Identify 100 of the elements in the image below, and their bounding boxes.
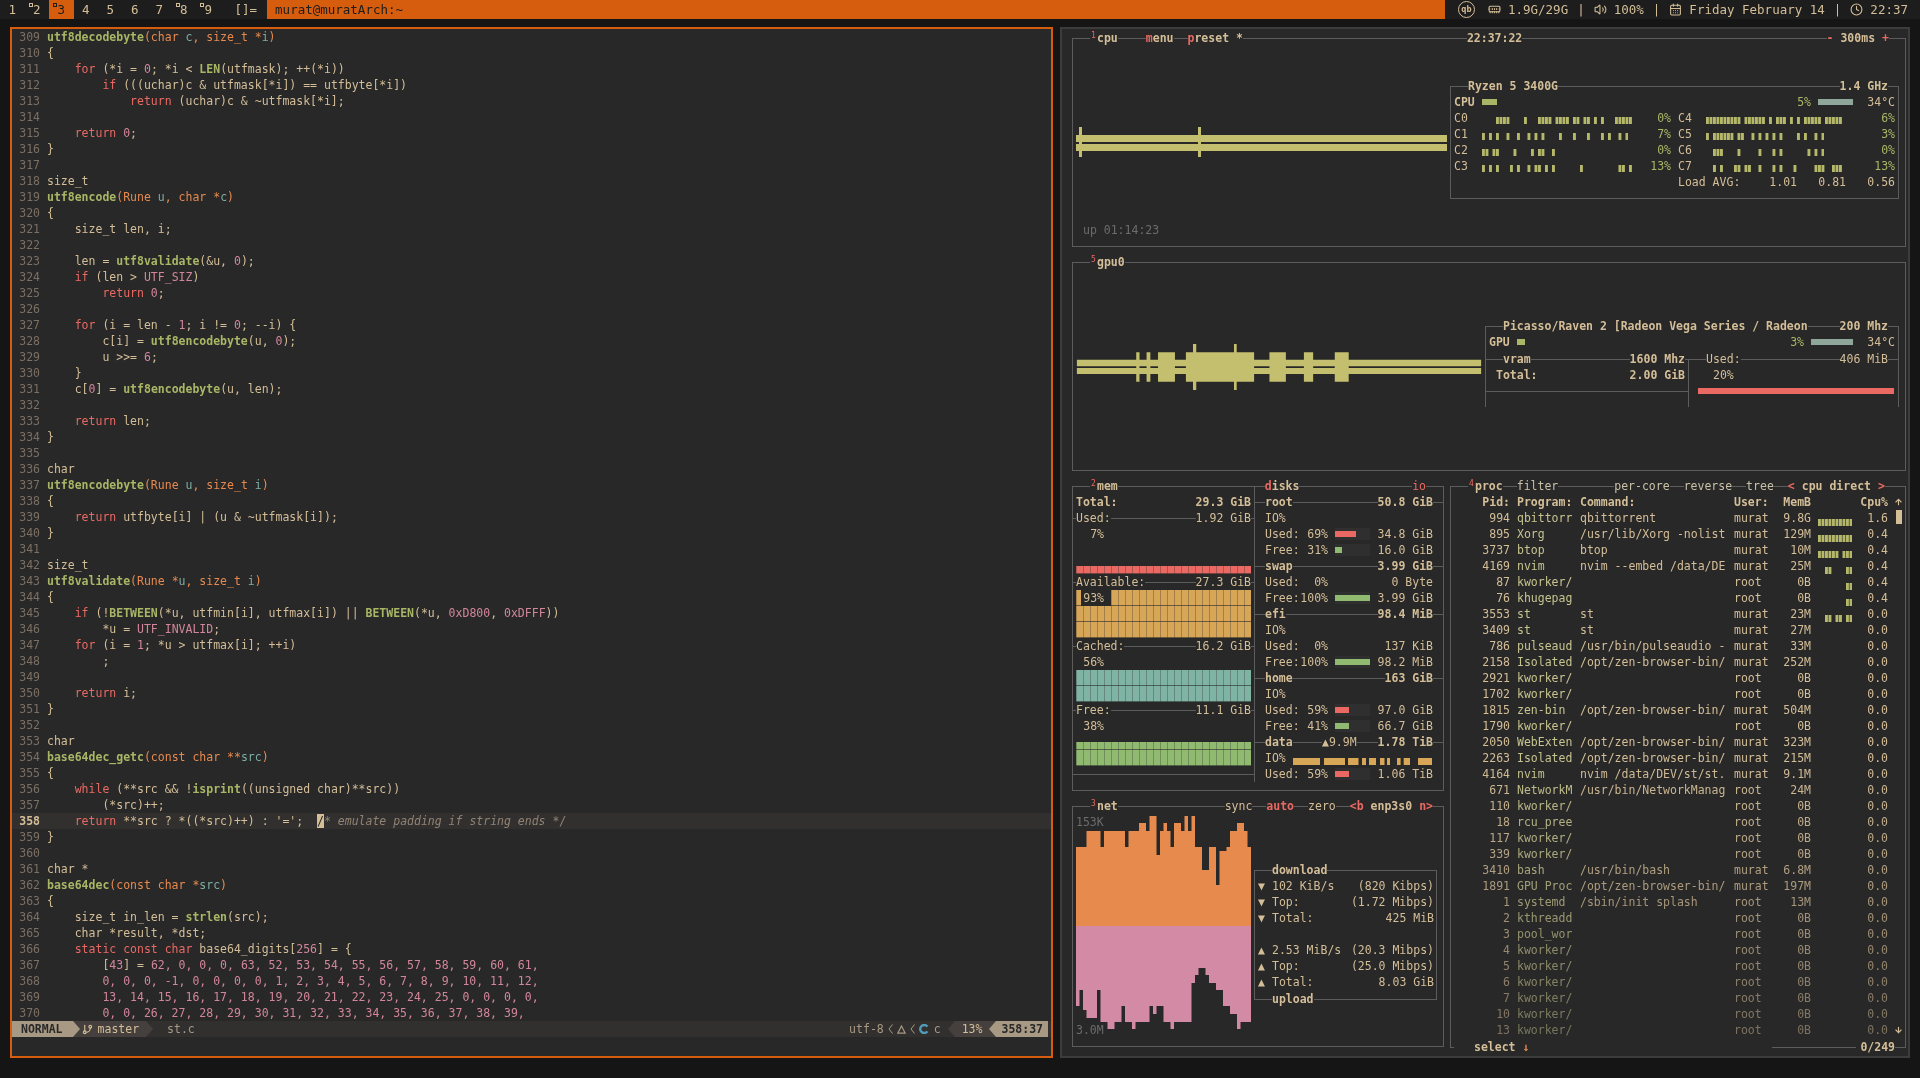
direction-arrow: ▲ xyxy=(1258,943,1265,957)
code-line: while (**src && !isprint((unsigned char)**src)) xyxy=(73,781,401,797)
disk-percent: 59% xyxy=(1307,767,1328,781)
memory-stat-value: 1.92 GiB xyxy=(1195,510,1251,526)
process-option[interactable]: per-core xyxy=(1614,478,1670,494)
process-count: 0/249 xyxy=(1860,1039,1895,1055)
process-id: 895 xyxy=(1489,527,1510,541)
panel-title: mem xyxy=(1097,478,1118,494)
code-line: utf8decodebyte(char c, size_t *i) xyxy=(47,29,276,45)
download-title: download xyxy=(1272,862,1328,878)
previous-sort-button[interactable]: < xyxy=(1787,478,1795,494)
line-number: 364 xyxy=(19,909,40,925)
process-cpu: 0.0 xyxy=(1867,623,1888,637)
process-cpu: 0.4 xyxy=(1867,575,1888,589)
code-line: return 0; xyxy=(73,125,138,141)
process-option[interactable]: tree xyxy=(1746,478,1774,494)
decrease-interval-button[interactable]: - xyxy=(1826,30,1834,46)
next-sort-button[interactable]: > xyxy=(1878,478,1885,494)
process-id: 117 xyxy=(1489,831,1510,845)
process-id: 1891 xyxy=(1482,879,1510,893)
process-cpu: 0.0 xyxy=(1867,959,1888,973)
workspace-tag[interactable]: 2 xyxy=(24,0,49,19)
process-user: root xyxy=(1734,815,1762,829)
disk-percent: 31% xyxy=(1307,543,1328,557)
core-percent: 6% xyxy=(1881,111,1895,125)
file-name: st.c xyxy=(167,1021,195,1037)
disk-percent: 100% xyxy=(1300,591,1328,605)
process-memory: 323M xyxy=(1783,735,1811,749)
process-user: root xyxy=(1734,911,1762,925)
process-name: Xorg xyxy=(1517,527,1545,541)
line-number: 343 xyxy=(19,573,40,589)
update-interval: 300ms xyxy=(1840,30,1876,46)
line-number: 336 xyxy=(19,461,40,477)
process-name: kworker/ xyxy=(1517,847,1573,861)
workspace-tag[interactable]: 9 xyxy=(196,0,221,19)
workspace-tag[interactable]: 8 xyxy=(171,0,196,19)
line-number: 346 xyxy=(19,621,40,637)
graph-scale-label: 153K xyxy=(1076,814,1104,830)
process-user: root xyxy=(1734,1023,1762,1037)
cpu-history-graph xyxy=(1825,615,1853,622)
line-number: 362 xyxy=(19,877,40,893)
memory-stick-icon xyxy=(1487,3,1501,16)
process-name: kworker/ xyxy=(1517,1023,1573,1037)
line-number: 316 xyxy=(19,141,40,157)
previous-interface-button[interactable]: <b xyxy=(1349,798,1364,814)
workspace-tag[interactable]: 4 xyxy=(73,0,98,19)
io-toggle[interactable]: io xyxy=(1412,478,1426,494)
disk-percent: 69% xyxy=(1307,527,1328,541)
process-id: 6 xyxy=(1503,975,1510,989)
line-number: 359 xyxy=(19,829,40,845)
workspace-tag[interactable]: 7 xyxy=(147,0,172,19)
next-interface-button[interactable]: n> xyxy=(1419,798,1433,814)
workspace-tag[interactable]: 6 xyxy=(122,0,147,19)
preset-button[interactable]: preset * xyxy=(1187,30,1243,46)
process-option[interactable]: filter xyxy=(1516,478,1559,494)
process-user: root xyxy=(1734,943,1762,957)
status-separator: | xyxy=(1577,1,1585,19)
line-number: 313 xyxy=(19,93,40,109)
disk-value: 0 Byte xyxy=(1391,575,1433,589)
vram-used-label: Used: xyxy=(1706,351,1741,367)
code-line: utf8validate(Rune *u, size_t i) xyxy=(47,573,262,589)
disk-io-label: IO% xyxy=(1265,622,1286,638)
memory-percent: 93% xyxy=(1081,590,1111,606)
select-button[interactable]: select ↓ xyxy=(1474,1039,1530,1055)
process-name: kworker/ xyxy=(1517,719,1573,733)
disk-percent: 0% xyxy=(1314,575,1328,589)
workspace-tag[interactable]: 5 xyxy=(98,0,123,19)
column-header: Pid: xyxy=(1482,495,1510,509)
workspace-tag[interactable]: 3 xyxy=(49,0,74,19)
process-name: kworker/ xyxy=(1517,1007,1573,1021)
process-user: root xyxy=(1734,687,1762,701)
code-line: size_t xyxy=(47,173,89,189)
workspace-tag[interactable]: 1 xyxy=(0,0,25,19)
process-memory: 33M xyxy=(1790,639,1811,653)
process-memory: 25M xyxy=(1790,559,1811,573)
process-option[interactable]: reverse xyxy=(1683,478,1733,494)
traffic-stat-value: (20.3 Mibps) xyxy=(1350,942,1434,958)
disk-size: 98.4 MiB xyxy=(1377,606,1433,622)
process-memory: 0B xyxy=(1797,847,1811,861)
code-line: 0, 0, 26, 27, 28, 29, 30, 31, 32, 33, 34, 35, 36, 37, 38, 39, xyxy=(101,1005,525,1021)
network-option[interactable]: zero xyxy=(1308,798,1336,814)
traffic-stat-value: (25.0 Mibps) xyxy=(1350,958,1434,974)
process-command: st xyxy=(1580,623,1594,637)
menu-button[interactable]: menu xyxy=(1145,30,1174,46)
increase-interval-button[interactable]: + xyxy=(1882,30,1889,46)
vram-total: 2.00 GiB xyxy=(1629,367,1685,383)
network-option[interactable]: sync xyxy=(1224,798,1253,814)
disk-stat-label: Free: xyxy=(1265,543,1300,557)
core-label: C0 xyxy=(1454,110,1468,126)
process-name: qbittorr xyxy=(1517,511,1573,525)
process-id: 994 xyxy=(1489,511,1510,525)
disk-stat-label: Used: xyxy=(1265,527,1300,541)
process-id: 4164 xyxy=(1482,767,1510,781)
scroll-up-arrow-icon xyxy=(1894,497,1903,507)
layout-indicator[interactable]: []= xyxy=(220,0,268,19)
triangle-icon xyxy=(896,1024,906,1034)
process-cpu: 0.0 xyxy=(1867,639,1888,653)
cpu-percent: 5% xyxy=(1797,95,1811,109)
network-option[interactable]: auto xyxy=(1266,798,1295,814)
process-cpu: 0.0 xyxy=(1867,607,1888,621)
